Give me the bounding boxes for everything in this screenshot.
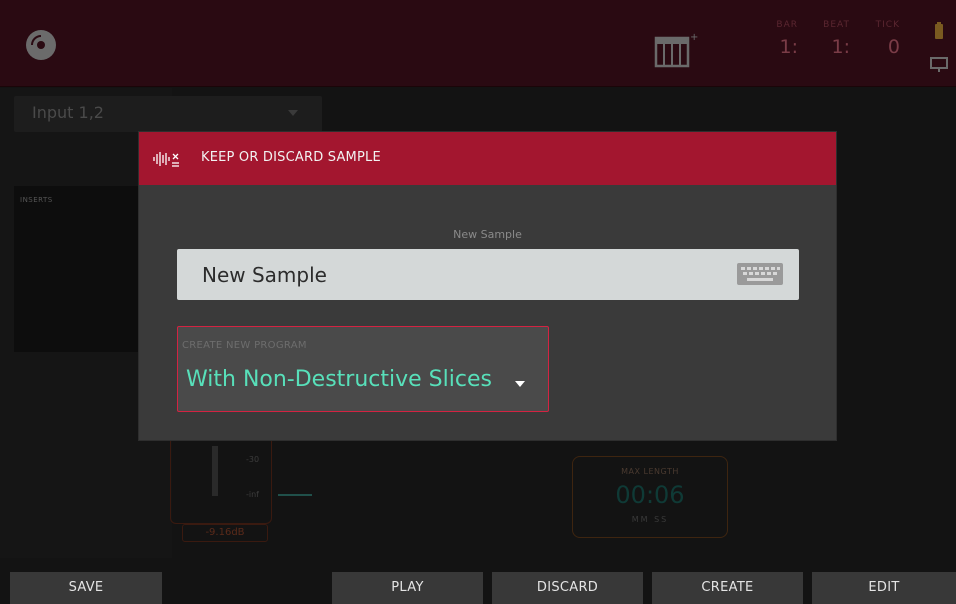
create-program-label: CREATE NEW PROGRAM <box>182 340 307 351</box>
battery-icon <box>935 22 943 39</box>
create-program-value: With Non-Destructive Slices <box>186 367 492 392</box>
threshold-line <box>278 494 312 496</box>
max-length-control[interactable]: MAX LENGTH 00:06 MM SS <box>572 456 728 538</box>
sample-name-field[interactable]: New Sample <box>177 249 799 300</box>
discard-button[interactable]: DISCARD <box>492 572 643 604</box>
beat-counter: BEAT 1: <box>800 20 850 58</box>
bar-counter-value: 1: <box>779 36 799 58</box>
dialog-title: KEEP OR DISCARD SAMPLE <box>201 150 381 165</box>
disc-icon[interactable] <box>24 28 58 62</box>
svg-text:+: + <box>690 32 698 43</box>
chevron-down-icon <box>515 381 525 387</box>
piano-icon[interactable]: + <box>654 30 698 70</box>
input-gain-fader[interactable] <box>170 434 272 524</box>
chevron-down-icon <box>288 110 298 116</box>
keyboard-icon[interactable] <box>737 263 783 285</box>
dialog-header: KEEP OR DISCARD SAMPLE <box>139 132 836 185</box>
play-button[interactable]: PLAY <box>332 572 483 604</box>
fader-tick-label: -inf <box>246 490 259 499</box>
create-program-select[interactable]: CREATE NEW PROGRAM With Non-Destructive … <box>177 326 549 412</box>
beat-counter-value: 1: <box>831 36 851 58</box>
fader-track[interactable] <box>212 446 218 496</box>
tick-counter-label: TICK <box>875 20 900 30</box>
create-button[interactable]: CREATE <box>652 572 803 604</box>
max-length-value: 00:06 <box>615 481 685 509</box>
input-source-select[interactable]: Input 1,2 <box>14 96 322 132</box>
save-button[interactable]: SAVE <box>10 572 162 604</box>
inserts-label: INSERTS <box>20 196 53 204</box>
edit-button[interactable]: EDIT <box>812 572 956 604</box>
db-readout: -9.16dB <box>182 524 268 542</box>
beat-counter-label: BEAT <box>823 20 850 30</box>
sample-name-value: New Sample <box>202 263 327 287</box>
max-length-units: MM SS <box>631 515 669 524</box>
bar-counter-label: BAR <box>776 20 798 30</box>
tick-counter-value: 0 <box>887 36 900 58</box>
sample-name-label: New Sample <box>453 228 522 241</box>
sample-waveform-icon <box>153 152 179 167</box>
tick-counter: TICK 0 <box>850 20 900 58</box>
input-source-value: Input 1,2 <box>32 103 104 122</box>
monitor-icon[interactable] <box>930 56 948 74</box>
bar-counter: BAR 1: <box>748 20 798 58</box>
max-length-label: MAX LENGTH <box>621 467 679 476</box>
keep-discard-dialog: KEEP OR DISCARD SAMPLE New Sample New Sa… <box>139 132 836 440</box>
fader-tick-label: -30 <box>246 455 260 464</box>
